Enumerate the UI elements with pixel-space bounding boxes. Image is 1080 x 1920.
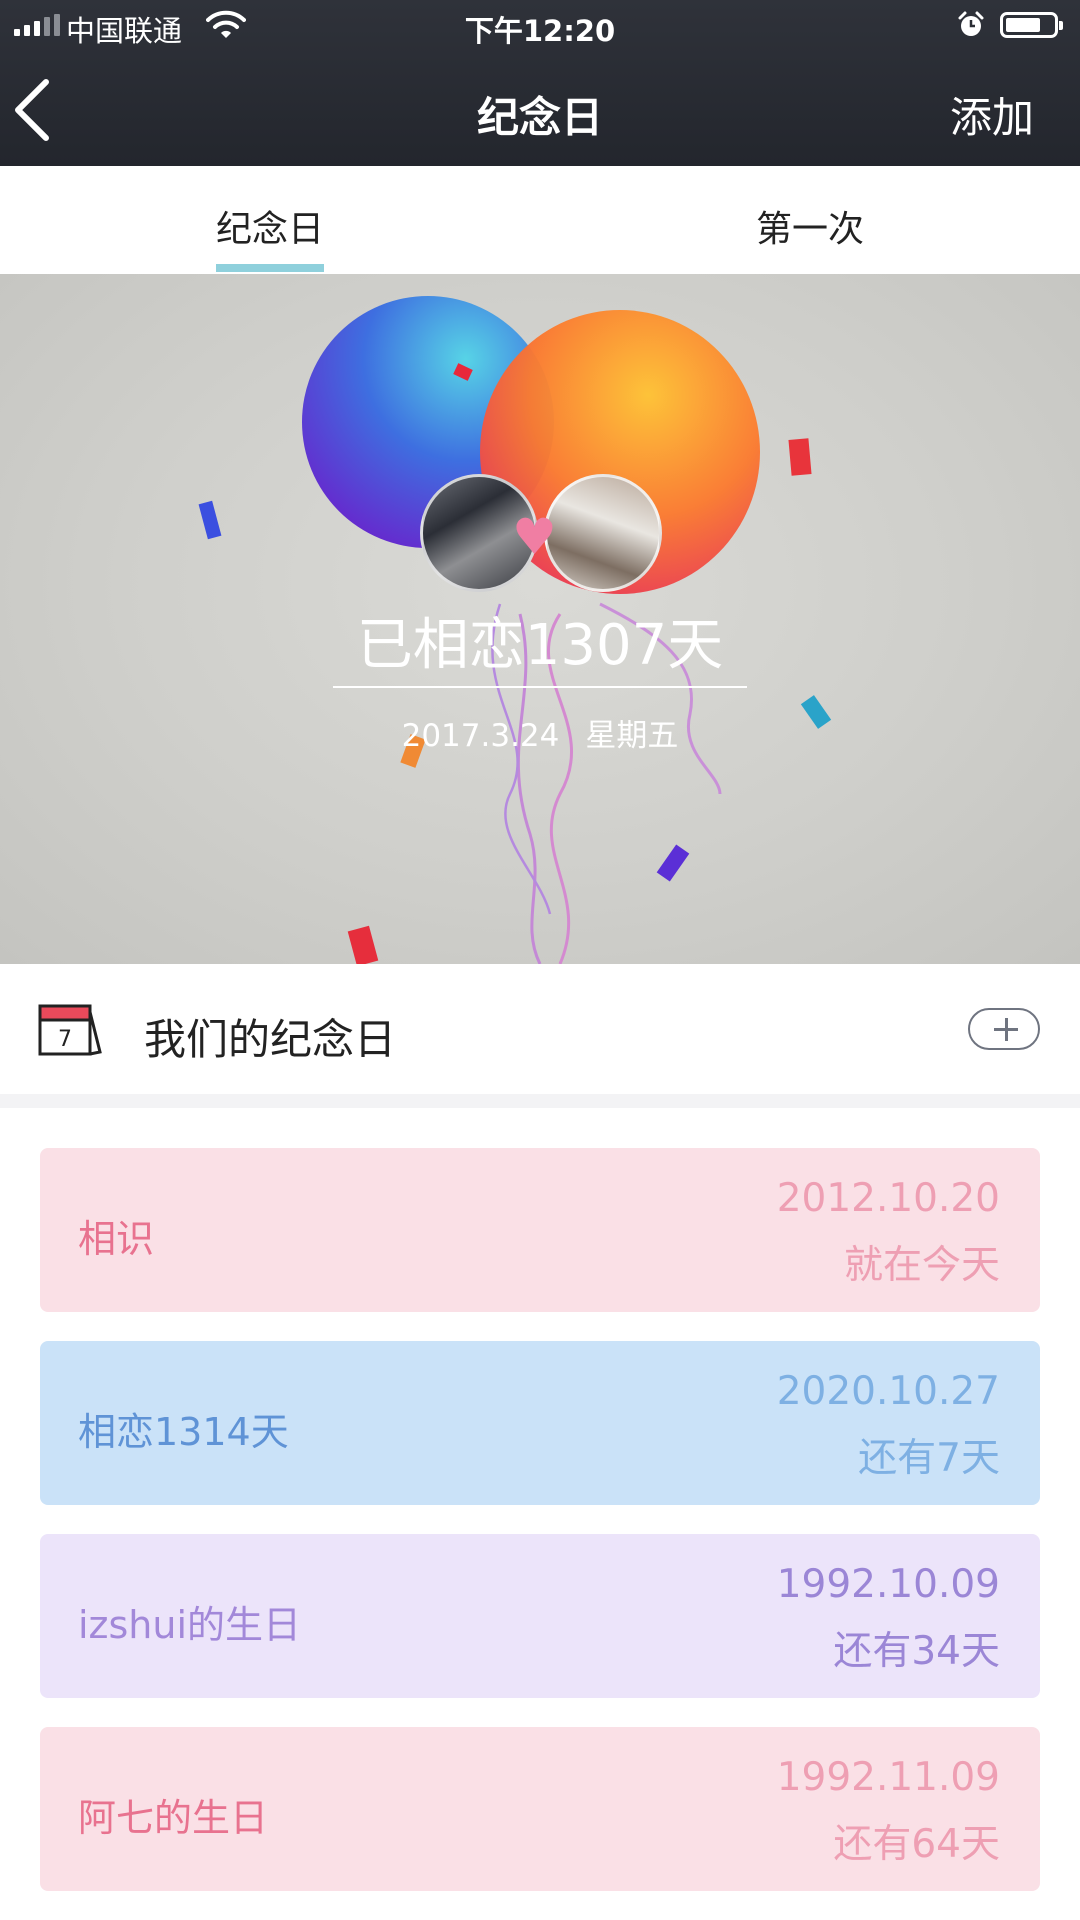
anniversary-date: 1992.10.09 bbox=[776, 1562, 1000, 1607]
status-bar: 中国联通 下午12:20 bbox=[0, 0, 1080, 52]
start-weekday: 星期五 bbox=[585, 718, 679, 754]
anniversary-card[interactable]: 相识 2012.10.20 就在今天 bbox=[40, 1148, 1040, 1312]
start-date: 2017.3.24 星期五 bbox=[0, 710, 1080, 755]
add-anniversary-button[interactable] bbox=[968, 1008, 1040, 1050]
anniversary-card[interactable]: 相恋1314天 2020.10.27 还有7天 bbox=[40, 1341, 1040, 1505]
hero-banner: ♥ 已相恋1307天 2017.3.24 星期五 bbox=[0, 274, 1080, 964]
alarm-icon bbox=[958, 11, 984, 36]
tab-anniversary[interactable]: 纪念日 bbox=[216, 200, 324, 252]
anniversary-countdown: 还有64天 bbox=[833, 1822, 1000, 1867]
calendar-icon: 7 bbox=[38, 1004, 102, 1056]
add-button[interactable]: 添加 bbox=[950, 84, 1034, 145]
days-in-love: 已相恋1307天 bbox=[356, 613, 724, 678]
active-tab-indicator bbox=[216, 264, 324, 272]
anniversary-countdown: 还有7天 bbox=[858, 1436, 1000, 1481]
battery-icon bbox=[1000, 12, 1063, 38]
anniversary-countdown: 还有34天 bbox=[833, 1629, 1000, 1674]
section-title: 我们的纪念日 bbox=[144, 1015, 397, 1064]
anniversary-section-header: 7 我们的纪念日 bbox=[0, 964, 1080, 1094]
calendar-day: 7 bbox=[58, 1027, 72, 1052]
anniversary-name: 阿七的生日 bbox=[78, 1796, 269, 1840]
anniversary-card[interactable]: izshui的生日 1992.10.09 还有34天 bbox=[40, 1534, 1040, 1698]
anniversary-card[interactable]: 阿七的生日 1992.11.09 还有64天 bbox=[40, 1727, 1040, 1891]
anniversary-name: izshui的生日 bbox=[78, 1603, 302, 1647]
title-underline bbox=[333, 686, 747, 688]
anniversary-date: 1992.11.09 bbox=[776, 1755, 1000, 1800]
tab-first-time[interactable]: 第一次 bbox=[756, 200, 864, 252]
tab-bar: 纪念日 第一次 bbox=[0, 166, 1080, 274]
anniversary-date: 2012.10.20 bbox=[776, 1176, 1000, 1221]
top-bar: 中国联通 下午12:20 纪念日 添加 bbox=[0, 0, 1080, 166]
status-time: 下午12:20 bbox=[464, 14, 616, 48]
anniversary-name: 相恋1314天 bbox=[78, 1410, 289, 1454]
anniversary-countdown: 就在今天 bbox=[843, 1243, 1000, 1288]
anniversary-list: 相识 2012.10.20 就在今天 相恋1314天 2020.10.27 还有… bbox=[0, 1108, 1080, 1920]
anniversary-name: 相识 bbox=[78, 1217, 155, 1261]
start-date-value: 2017.3.24 bbox=[401, 718, 560, 754]
heart-icon: ♥ bbox=[512, 508, 557, 566]
page-title: 纪念日 bbox=[476, 93, 603, 142]
anniversary-date: 2020.10.27 bbox=[776, 1369, 1000, 1414]
avatar-right[interactable] bbox=[544, 474, 662, 592]
